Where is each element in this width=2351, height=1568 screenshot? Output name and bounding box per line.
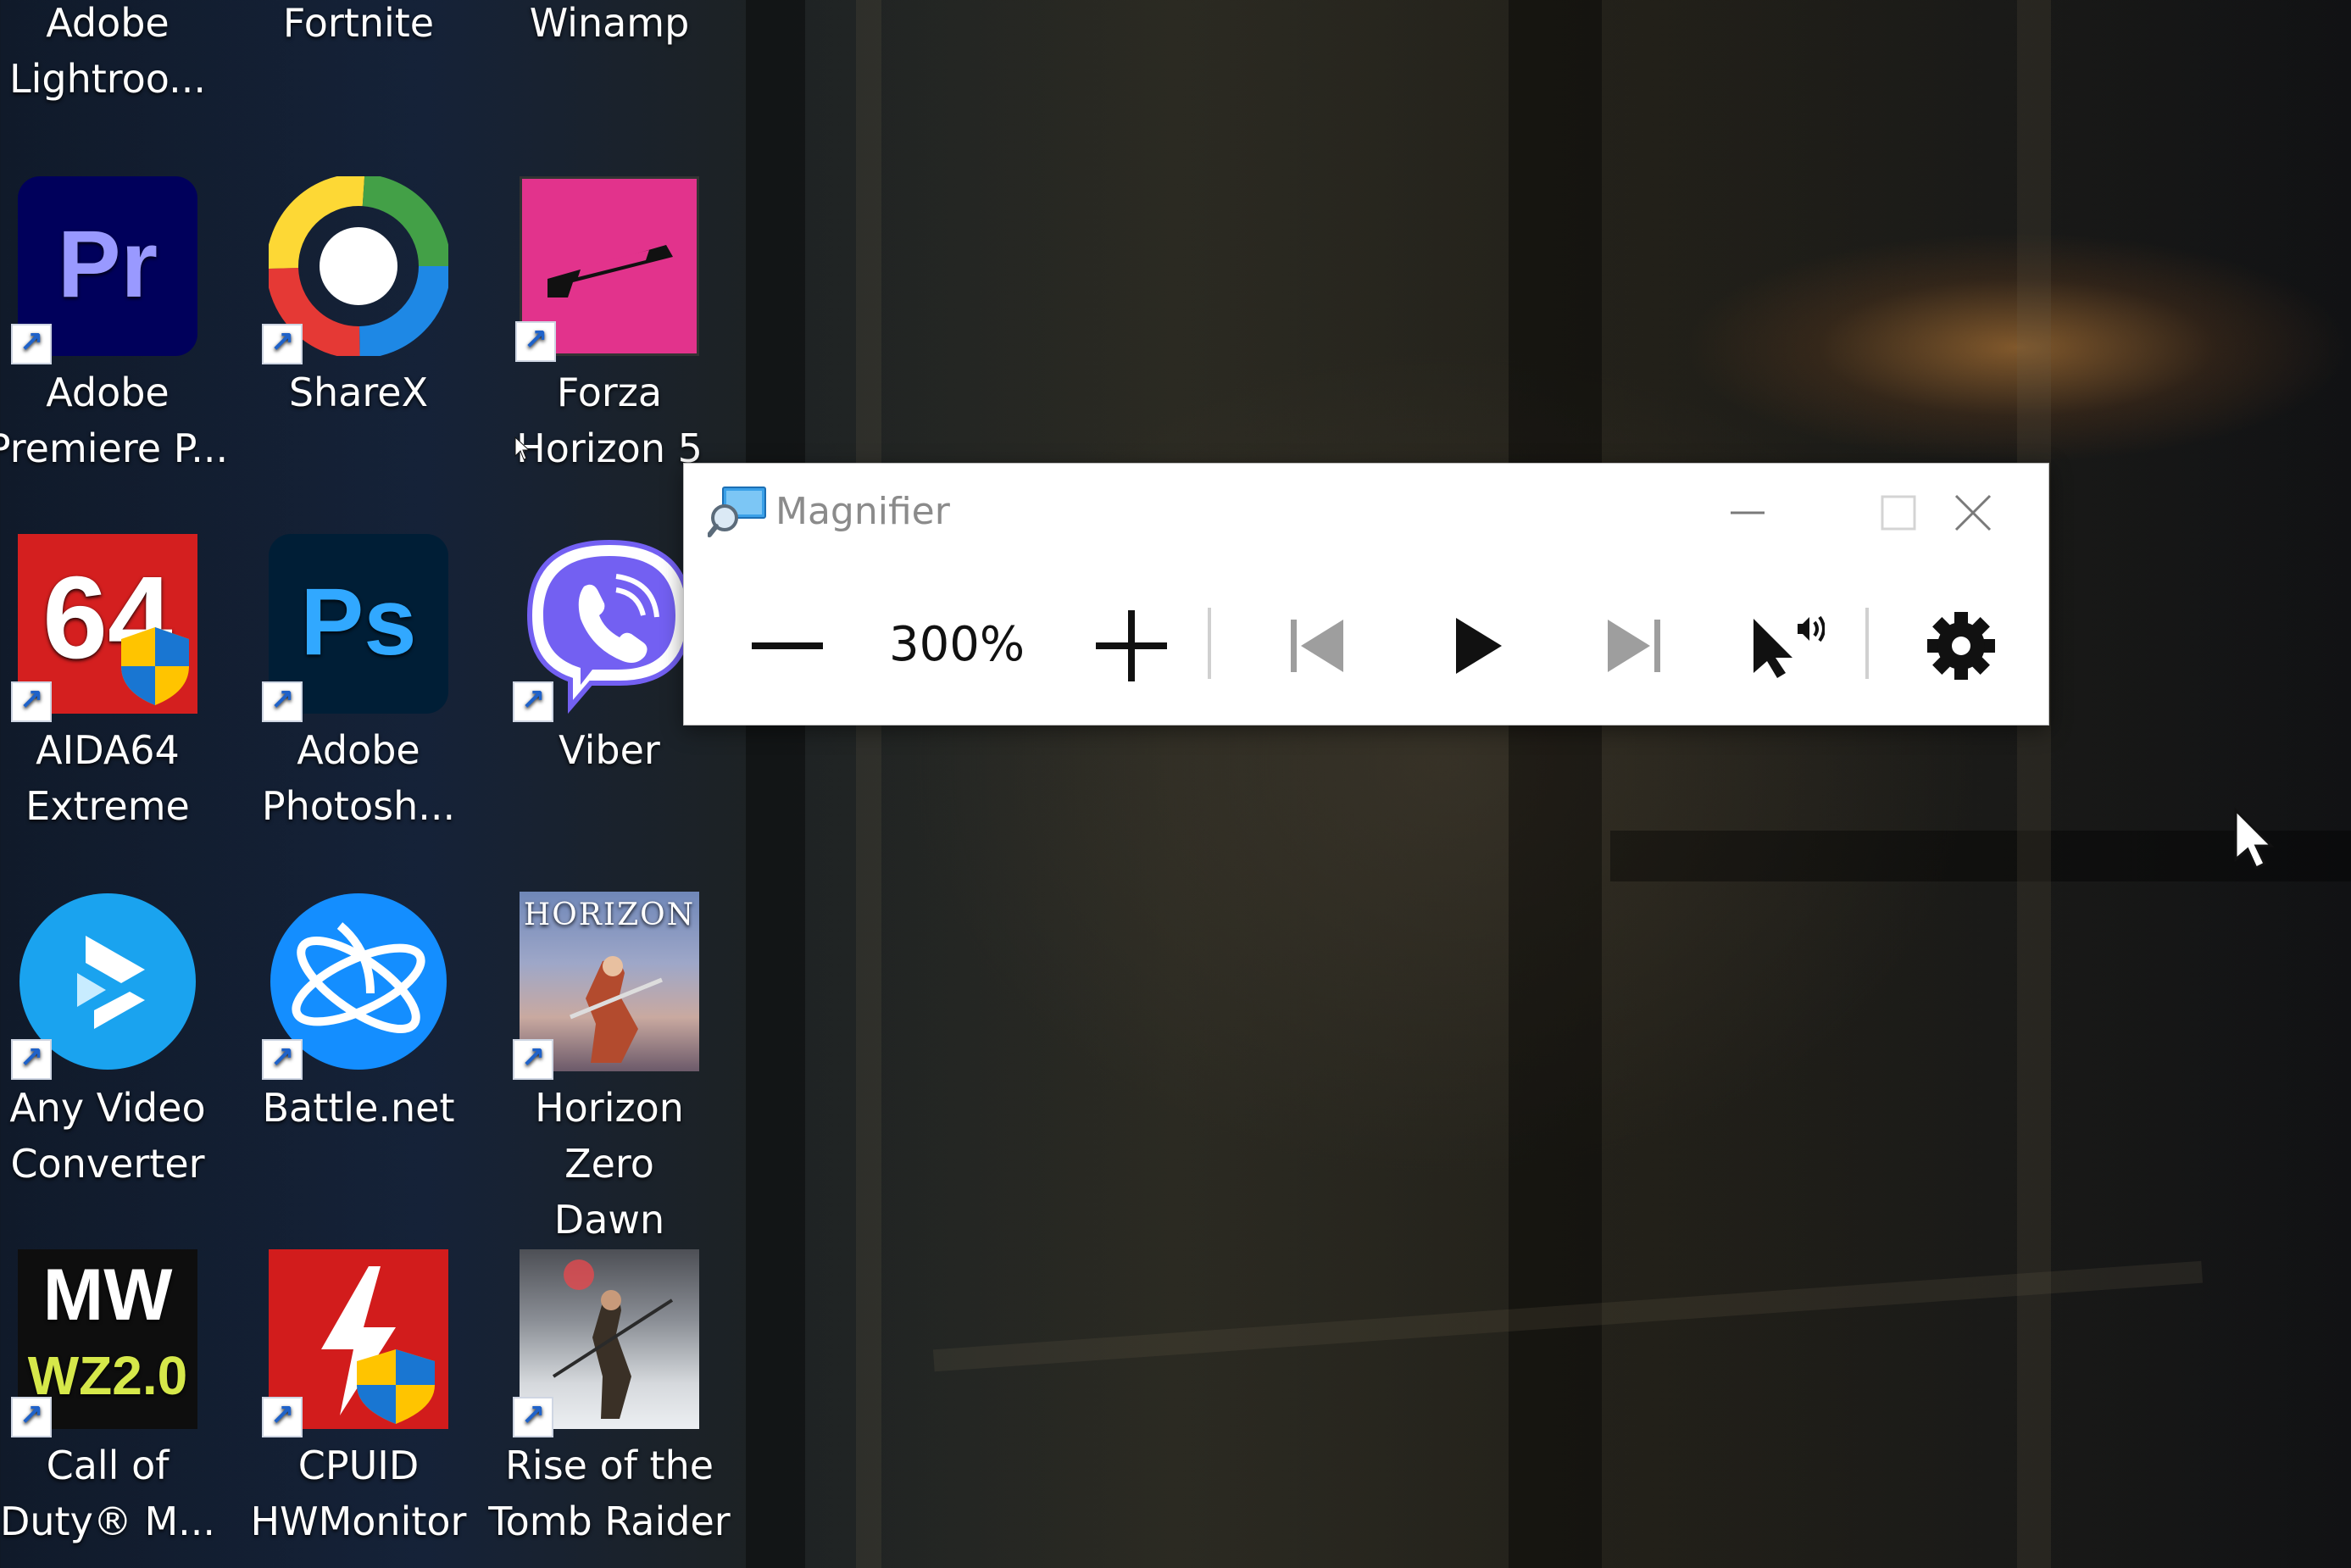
zoom-in-button[interactable]: [1079, 599, 1184, 692]
settings-button[interactable]: [1904, 599, 2018, 692]
close-icon: [1954, 494, 1992, 531]
desktop-icon-label: Call of Duty® M...: [0, 1443, 215, 1544]
maximize-icon: [1881, 495, 1916, 531]
play-button[interactable]: [1421, 599, 1535, 692]
play-icon: [1456, 618, 1502, 674]
next-paragraph-button[interactable]: [1577, 599, 1691, 692]
desktop-icon-sharex[interactable]: ↗ ShareX: [236, 174, 481, 420]
premiere-pro-icon: Pr ↗: [11, 176, 197, 364]
window-title: Magnifier: [775, 490, 950, 533]
desktop-icon-label: CPUID HWMonitor: [250, 1443, 467, 1544]
minimize-icon: [1731, 511, 1765, 514]
desktop-icon-label: Any Video Converter: [9, 1085, 206, 1187]
desktop-icon-label: AIDA64 Extreme: [25, 727, 190, 829]
cod-mw-glyph: MW: [42, 1254, 173, 1336]
horizon-zero-dawn-icon: HORIZON ↗: [513, 892, 699, 1080]
desktop-icon-label: Battle.net: [262, 1085, 455, 1131]
minimize-button[interactable]: [1701, 479, 1794, 547]
wallpaper-beam: [1509, 0, 1602, 1568]
desktop-icon-winamp[interactable]: Winamp: [486, 0, 732, 51]
shortcut-arrow-icon: ↗: [11, 1039, 52, 1080]
desktop-icon-label: Viber: [559, 727, 660, 773]
wallpaper-beam: [856, 0, 881, 1568]
desktop-icon-tomb-raider[interactable]: ↗ Rise of the Tomb Raider: [486, 1249, 732, 1549]
magnifier-titlebar[interactable]: Magnifier: [684, 464, 2048, 564]
desktop-icon-horizon-zero-dawn[interactable]: HORIZON ↗ Horizon Zero Dawn Com...: [486, 892, 732, 1304]
desktop-icon-label: Fortnite: [282, 0, 435, 46]
shortcut-arrow-icon: ↗: [262, 324, 303, 364]
desktop-icon-lightroom[interactable]: Adobe Lightroo...: [0, 0, 231, 107]
uac-shield-icon: [121, 627, 189, 705]
call-of-duty-icon: MW WZ2.0 ↗: [11, 1249, 197, 1437]
battlenet-icon: ↗: [262, 892, 448, 1080]
skip-next-icon: [1608, 620, 1660, 672]
desktop-icon-label: Adobe Lightroo...: [8, 0, 207, 102]
tomb-raider-icon: ↗: [513, 1249, 699, 1437]
shortcut-arrow-icon: ↗: [262, 1039, 303, 1080]
desktop-icon-premiere[interactable]: Pr ↗ Adobe Premiere P...: [0, 176, 231, 476]
desktop-icon-photoshop[interactable]: Ps ↗ Adobe Photosh...: [236, 534, 481, 834]
wallpaper-beam: [746, 0, 805, 1568]
horizon-logo-glyph: HORIZON: [523, 898, 696, 932]
toolbar-separator: [1208, 608, 1211, 679]
shortcut-arrow-icon: ↗: [11, 1397, 52, 1437]
shortcut-arrow-icon: ↗: [262, 681, 303, 722]
hwmonitor-icon: ↗: [262, 1249, 448, 1437]
magnifier-icon: [707, 486, 767, 538]
desktop-icon-label: ShareX: [288, 370, 429, 415]
any-video-converter-icon: ↗: [11, 892, 197, 1080]
shortcut-arrow-icon: ↗: [513, 1039, 553, 1080]
read-from-pointer-icon: [1754, 615, 1825, 678]
magnifier-app-icon-graphic: [707, 487, 766, 537]
forza-horizon-icon: ↗: [515, 176, 699, 362]
close-button[interactable]: [1926, 479, 2020, 547]
gear-icon: [1927, 612, 1995, 680]
shortcut-arrow-icon: ↗: [11, 324, 52, 364]
toolbar-separator: [1865, 608, 1869, 679]
aida64-icon: 64 ↗: [11, 534, 197, 722]
desktop-icon-label: Adobe Photosh...: [261, 727, 456, 829]
skip-previous-icon: [1291, 620, 1343, 672]
desktop-icon-label: Winamp: [529, 0, 690, 46]
previous-paragraph-button[interactable]: [1260, 599, 1374, 692]
desktop-icon-aida64[interactable]: 64 ↗ AIDA64 Extreme: [0, 534, 231, 834]
small-pointer-icon: [514, 436, 531, 460]
zoom-out-button[interactable]: [735, 599, 840, 692]
desktop-icon-label: Rise of the Tomb Raider: [488, 1443, 731, 1544]
shortcut-arrow-icon: ↗: [513, 681, 553, 722]
wallpaper-beam: [2017, 0, 2051, 1568]
shortcut-arrow-icon: ↗: [515, 321, 556, 362]
desktop-icon-forza[interactable]: ↗ Forza Horizon 5: [486, 176, 732, 476]
photoshop-glyph: Ps: [300, 569, 417, 675]
desktop-icon-hwmonitor[interactable]: ↗ CPUID HWMonitor: [236, 1249, 481, 1549]
desktop-icon-fortnite[interactable]: Fortnite: [236, 0, 481, 51]
premiere-pro-glyph: Pr: [57, 211, 158, 317]
sharex-icon: ↗: [262, 174, 451, 364]
mouse-pointer-icon: [2234, 807, 2275, 870]
zoom-level: 300%: [888, 617, 1025, 672]
plus-icon: [1096, 610, 1167, 681]
magnifier-window[interactable]: Magnifier 300%: [683, 463, 2049, 726]
read-from-pointer-button[interactable]: [1730, 599, 1843, 692]
desktop-icon-call-of-duty[interactable]: MW WZ2.0 ↗ Call of Duty® M...: [0, 1249, 231, 1549]
viber-icon: ↗: [513, 534, 699, 722]
desktop-icon-battlenet[interactable]: ↗ Battle.net: [236, 892, 481, 1136]
shortcut-arrow-icon: ↗: [513, 1397, 553, 1437]
desktop-icon-grid: Adobe Lightroo... Fortnite Winamp Pr ↗ A…: [0, 0, 732, 1568]
desktop-icon-label: Adobe Premiere P...: [0, 370, 229, 471]
shortcut-arrow-icon: ↗: [11, 681, 52, 722]
photoshop-icon: Ps ↗: [262, 534, 448, 722]
minus-icon: [752, 642, 823, 649]
desktop-icon-any-video-converter[interactable]: ↗ Any Video Converter: [0, 892, 231, 1192]
shortcut-arrow-icon: ↗: [262, 1397, 303, 1437]
